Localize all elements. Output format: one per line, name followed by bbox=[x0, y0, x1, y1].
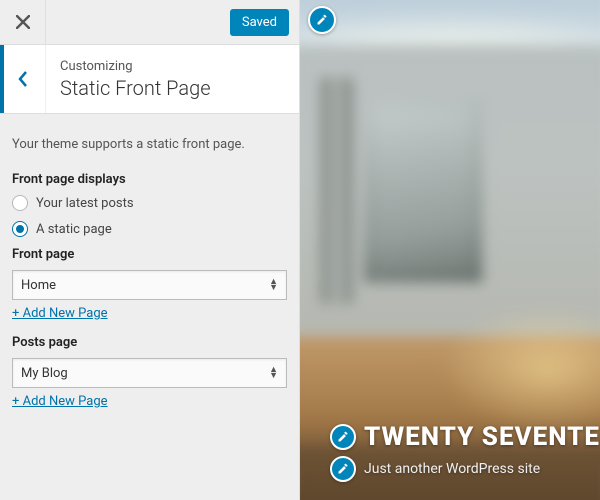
front-page-label: Front page bbox=[12, 247, 287, 262]
panel-body: Your theme supports a static front page.… bbox=[0, 114, 299, 500]
radio-icon bbox=[12, 221, 28, 237]
radio-static-page[interactable]: A static page bbox=[12, 221, 287, 237]
panel-description: Your theme supports a static front page. bbox=[12, 136, 287, 154]
select-chevrons-icon: ▲▼ bbox=[269, 279, 278, 291]
select-value: Home bbox=[21, 278, 56, 293]
edit-tagline-button[interactable] bbox=[330, 456, 356, 482]
select-value: My Blog bbox=[21, 366, 68, 381]
edit-site-title-button[interactable] bbox=[330, 424, 356, 450]
add-posts-page-link[interactable]: + Add New Page bbox=[12, 394, 108, 409]
back-button[interactable] bbox=[0, 45, 46, 113]
topbar: Saved bbox=[0, 0, 299, 45]
pencil-icon bbox=[337, 463, 349, 475]
pencil-icon bbox=[316, 14, 328, 26]
site-preview: TWENTY SEVENTEEN Just another WordPress … bbox=[300, 0, 600, 500]
chevron-left-icon bbox=[18, 71, 28, 87]
close-icon bbox=[16, 15, 30, 29]
radio-latest-posts[interactable]: Your latest posts bbox=[12, 195, 287, 211]
select-chevrons-icon: ▲▼ bbox=[269, 367, 278, 379]
edit-header-image-button[interactable] bbox=[308, 6, 336, 34]
posts-page-label: Posts page bbox=[12, 335, 287, 350]
radio-label: Your latest posts bbox=[36, 196, 134, 211]
panel-header: Customizing Static Front Page bbox=[0, 45, 299, 114]
radio-label: A static page bbox=[36, 222, 112, 237]
pencil-icon bbox=[337, 431, 349, 443]
add-front-page-link[interactable]: + Add New Page bbox=[12, 306, 108, 321]
site-tagline: Just another WordPress site bbox=[364, 461, 540, 477]
radio-icon bbox=[12, 195, 28, 211]
posts-page-select[interactable]: My Blog ▲▼ bbox=[12, 358, 287, 388]
saved-button: Saved bbox=[230, 9, 289, 36]
front-page-select[interactable]: Home ▲▼ bbox=[12, 270, 287, 300]
breadcrumb: Customizing bbox=[60, 59, 211, 74]
customizer-panel: Saved Customizing Static Front Page Your… bbox=[0, 0, 300, 500]
site-title: TWENTY SEVENTEEN bbox=[364, 422, 600, 452]
display-group-label: Front page displays bbox=[12, 172, 287, 187]
page-title: Static Front Page bbox=[60, 76, 211, 100]
close-button[interactable] bbox=[0, 0, 46, 45]
